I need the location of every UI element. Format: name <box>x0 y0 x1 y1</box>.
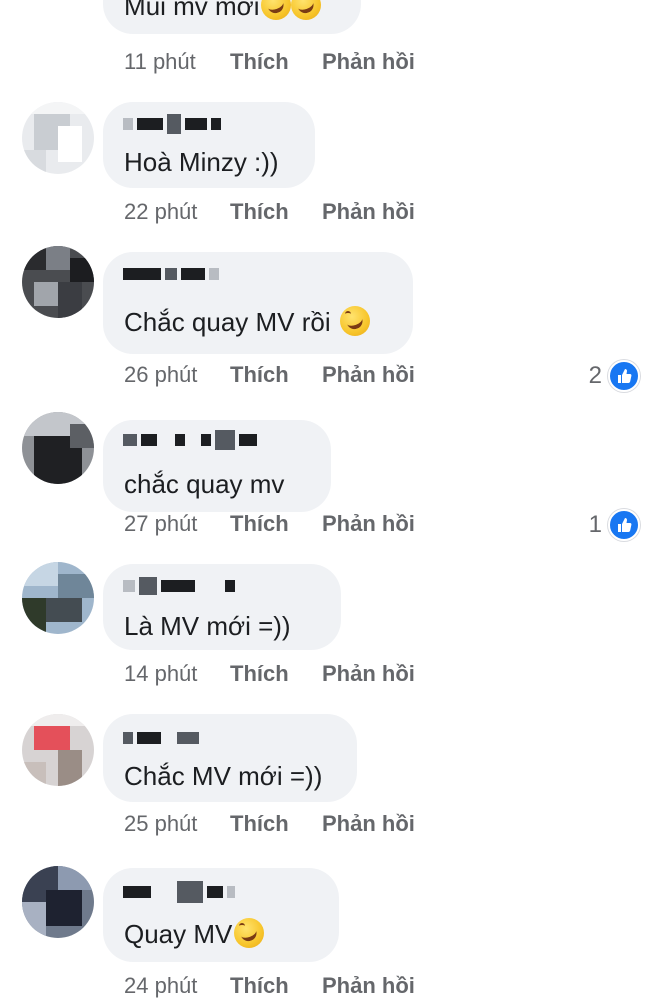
like-link[interactable]: Thích <box>230 660 322 688</box>
reaction-count[interactable]: 1 <box>589 509 640 541</box>
comment-bubble[interactable]: Là MV mới =)) <box>103 564 341 650</box>
like-thumbs-up-icon <box>608 360 640 392</box>
laughing-emoji-icon <box>261 0 292 20</box>
comment-text: Quay MV <box>124 919 233 949</box>
comment-bubble[interactable]: Hoà Minzy :)) <box>103 102 315 188</box>
comment-text: chắc quay mv <box>124 469 285 499</box>
comment-timestamp: 24 phút <box>124 973 198 998</box>
comment-actions: 27 phút Thích Phản hồi <box>124 510 415 538</box>
reply-link[interactable]: Phản hồi <box>322 361 415 389</box>
comment: chắc quay mv 27 phút Thích Phản hồi 1 <box>0 412 660 552</box>
like-link[interactable]: Thích <box>230 361 322 389</box>
comment-actions: 25 phút Thích Phản hồi <box>124 810 415 838</box>
reaction-count[interactable]: 2 <box>589 360 640 392</box>
comment-text: Là MV mới =)) <box>124 611 291 641</box>
commenter-name-redacted[interactable] <box>123 577 235 595</box>
comment-timestamp: 26 phút <box>124 362 198 387</box>
comment: Quay MV 24 phút Thích Phản hồi <box>0 866 660 1000</box>
laughing-emoji-icon <box>339 306 370 336</box>
comment: Mùi mv mới 11 phút Thích Phản hồi <box>0 0 660 90</box>
comment-timestamp: 14 phút <box>124 661 198 686</box>
avatar[interactable] <box>22 102 94 174</box>
like-link[interactable]: Thích <box>230 810 322 838</box>
laughing-emoji-icon <box>234 918 265 948</box>
like-link[interactable]: Thích <box>230 198 322 226</box>
reaction-count-value: 1 <box>588 511 602 538</box>
comment-timestamp: 25 phút <box>124 811 198 836</box>
comment-actions: 26 phút Thích Phản hồi <box>124 361 415 389</box>
comment-text: Chắc quay MV rồi <box>124 307 331 337</box>
laughing-emoji-icon <box>291 0 322 20</box>
avatar[interactable] <box>22 412 94 484</box>
commenter-name-redacted[interactable] <box>123 266 219 282</box>
reply-link[interactable]: Phản hồi <box>322 810 415 838</box>
like-thumbs-up-icon <box>608 509 640 541</box>
comment-text: Chắc MV mới =)) <box>124 761 323 791</box>
comment-actions: 24 phút Thích Phản hồi <box>124 972 415 1000</box>
comment-bubble[interactable]: Mùi mv mới <box>103 0 361 34</box>
commenter-name-redacted[interactable] <box>123 730 199 746</box>
comment-actions: 22 phút Thích Phản hồi <box>124 198 415 226</box>
avatar[interactable] <box>22 714 94 786</box>
like-link[interactable]: Thích <box>230 972 322 1000</box>
comment-bubble[interactable]: Chắc MV mới =)) <box>103 714 357 802</box>
comment-bubble[interactable]: Quay MV <box>103 868 339 962</box>
comment-actions: 11 phút Thích Phản hồi <box>124 48 415 76</box>
reply-link[interactable]: Phản hồi <box>322 660 415 688</box>
comment-actions: 14 phút Thích Phản hồi <box>124 660 415 688</box>
commenter-name-redacted[interactable] <box>123 881 235 903</box>
comment-text: Hoà Minzy :)) <box>124 147 279 177</box>
like-link[interactable]: Thích <box>230 48 322 76</box>
comment-text: Mùi mv mới <box>124 0 260 21</box>
comment: Hoà Minzy :)) 22 phút Thích Phản hồi <box>0 102 660 232</box>
reply-link[interactable]: Phản hồi <box>322 972 415 1000</box>
comment: Là MV mới =)) 14 phút Thích Phản hồi <box>0 562 660 702</box>
comment-timestamp: 22 phút <box>124 199 198 224</box>
comment: Chắc MV mới =)) 25 phút Thích Phản hồi <box>0 714 660 854</box>
avatar[interactable] <box>22 562 94 634</box>
comment: Chắc quay MV rồi 26 phút Thích Phản hồi … <box>0 246 660 396</box>
reply-link[interactable]: Phản hồi <box>322 198 415 226</box>
like-link[interactable]: Thích <box>230 510 322 538</box>
reply-link[interactable]: Phản hồi <box>322 510 415 538</box>
comment-bubble[interactable]: chắc quay mv <box>103 420 331 512</box>
reaction-count-value: 2 <box>588 362 602 389</box>
comment-timestamp: 11 phút <box>124 49 196 74</box>
comment-timestamp: 27 phút <box>124 511 198 536</box>
avatar[interactable] <box>22 246 94 318</box>
reply-link[interactable]: Phản hồi <box>322 48 415 76</box>
comment-bubble[interactable]: Chắc quay MV rồi <box>103 252 413 354</box>
avatar[interactable] <box>22 866 94 938</box>
commenter-name-redacted[interactable] <box>123 114 221 134</box>
commenter-name-redacted[interactable] <box>123 430 257 450</box>
